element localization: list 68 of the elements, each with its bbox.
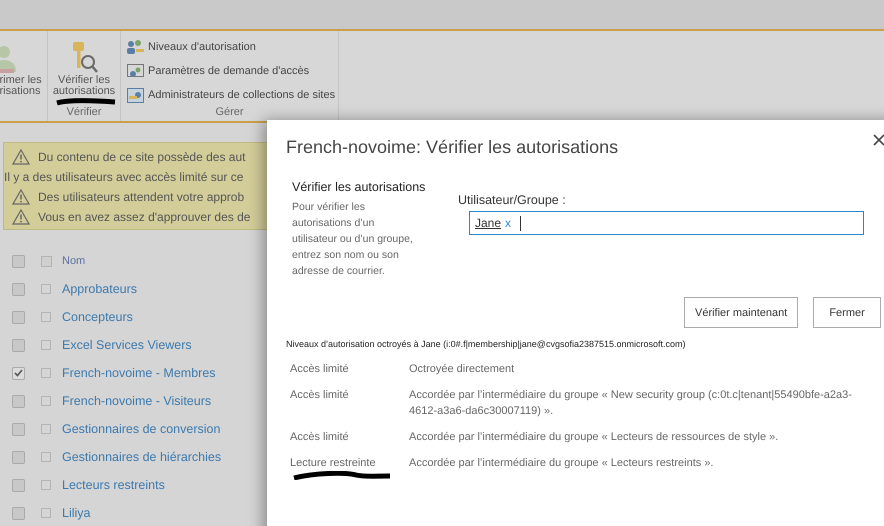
permission-level: Accès limité [290, 363, 349, 375]
permission-source: Accordée par l’intermédiaire du groupe « Lecteurs restreints ». [409, 456, 714, 471]
warning-icon [12, 189, 30, 205]
section-title: Vérifier les autorisations [292, 180, 426, 194]
alert-text: Des utilisateurs attendent votre approb [38, 190, 244, 204]
checkbox[interactable] [41, 480, 51, 490]
alert-text: Du contenu de ce site possède des aut [38, 150, 246, 164]
row-checkbox[interactable] [12, 394, 25, 408]
remove-token-button[interactable]: x [505, 216, 512, 230]
column-header[interactable]: Nom [62, 255, 86, 267]
alert-text: Il y a des utilisateurs avec accès limité sur ce [4, 170, 244, 184]
checkbox[interactable] [41, 424, 51, 434]
checkbox[interactable] [41, 452, 51, 462]
ribbon-button[interactable]: rimer les risations [0, 31, 47, 97]
dialog-button[interactable]: Fermer [813, 297, 881, 328]
scribble-mark [56, 98, 116, 106]
warning-icon [12, 209, 30, 225]
row-checkbox[interactable] [12, 366, 25, 380]
people-key-icon [127, 40, 144, 54]
dialog-button[interactable]: Vérifier maintenant [684, 297, 798, 328]
permission-level: Accès limité [290, 389, 349, 401]
group-link[interactable]: Gestionnaires de conversion [62, 422, 220, 436]
checkbox[interactable] [41, 284, 51, 294]
permission-level: Lecture restreinte [290, 457, 376, 469]
text-cursor [520, 216, 522, 230]
row-checkbox[interactable] [12, 450, 25, 464]
group-link[interactable]: French-novoime - Visiteurs [62, 394, 212, 408]
permission-source: Accordée par l’intermédiaire du groupe « Lecteurs de ressources de style ». [409, 430, 780, 445]
user-input-field[interactable]: Jane x [469, 211, 864, 235]
group-link[interactable]: Gestionnaires de hiérarchies [62, 450, 222, 464]
group-link[interactable]: Excel Services Viewers [62, 338, 192, 352]
user-token[interactable]: Jane [475, 216, 502, 230]
group-link[interactable]: Liliya [62, 506, 90, 520]
results-heading: Niveaux d’autorisation octroyés à Jane (i:0#.f|membership|jane@cvgsofia2387515.onmicrosoft.com) [286, 339, 687, 349]
checkbox[interactable] [41, 312, 51, 322]
field-label: Utilisateur/Groupe : [458, 193, 567, 207]
group-label: Gérer [214, 106, 245, 118]
group-link[interactable]: Lecteurs restreints [62, 478, 165, 492]
group-link[interactable]: French-novoime - Membres [62, 366, 216, 380]
group-link[interactable]: Concepteurs [62, 310, 133, 324]
permission-source: Accordée par l’intermédiaire du groupe « New security group (c:0t.c|tenant|55490bfe-a2a3-4612-a3a6-da6c30007119) ». [409, 388, 853, 419]
checkbox[interactable] [41, 368, 51, 378]
settings-people-icon [127, 64, 144, 78]
row-checkbox[interactable] [12, 310, 25, 324]
ribbon-item[interactable]: Paramètres de demande d'accès [127, 62, 336, 80]
section-description: Pour vérifier les autorisations d’un utilisateur ou d’un groupe, entrez son nom ou son adresse de courrier. [292, 200, 414, 279]
row-checkbox[interactable] [12, 478, 25, 492]
row-checkbox[interactable] [12, 422, 25, 436]
close-icon[interactable] [873, 134, 884, 146]
row-checkbox[interactable] [12, 506, 25, 520]
alert-text: Vous en avez assez d'approuver des de [38, 210, 250, 224]
check-permissions-button[interactable]: Vérifier les autorisations [52, 31, 116, 97]
ribbon-item[interactable]: Administrateurs de collections de sites [127, 86, 336, 104]
group-link[interactable]: Approbateurs [62, 282, 138, 296]
ribbon-item[interactable]: Niveaux d'autorisation [127, 38, 336, 56]
select-all-checkbox[interactable] [12, 254, 25, 268]
row-checkbox[interactable] [12, 282, 25, 296]
checkbox[interactable] [41, 256, 52, 266]
checkbox[interactable] [41, 508, 51, 518]
checkbox[interactable] [41, 340, 51, 350]
warning-icon [12, 149, 30, 165]
permission-level: Accès limité [290, 431, 349, 443]
group-label: Vérifier [66, 106, 102, 118]
checkbox[interactable] [41, 396, 51, 406]
admin-key-icon [127, 88, 144, 102]
row-checkbox[interactable] [12, 338, 25, 352]
permission-source: Octroyée directement [409, 362, 516, 377]
dialog-title: French-novoime: Vérifier les autorisations [286, 137, 618, 158]
